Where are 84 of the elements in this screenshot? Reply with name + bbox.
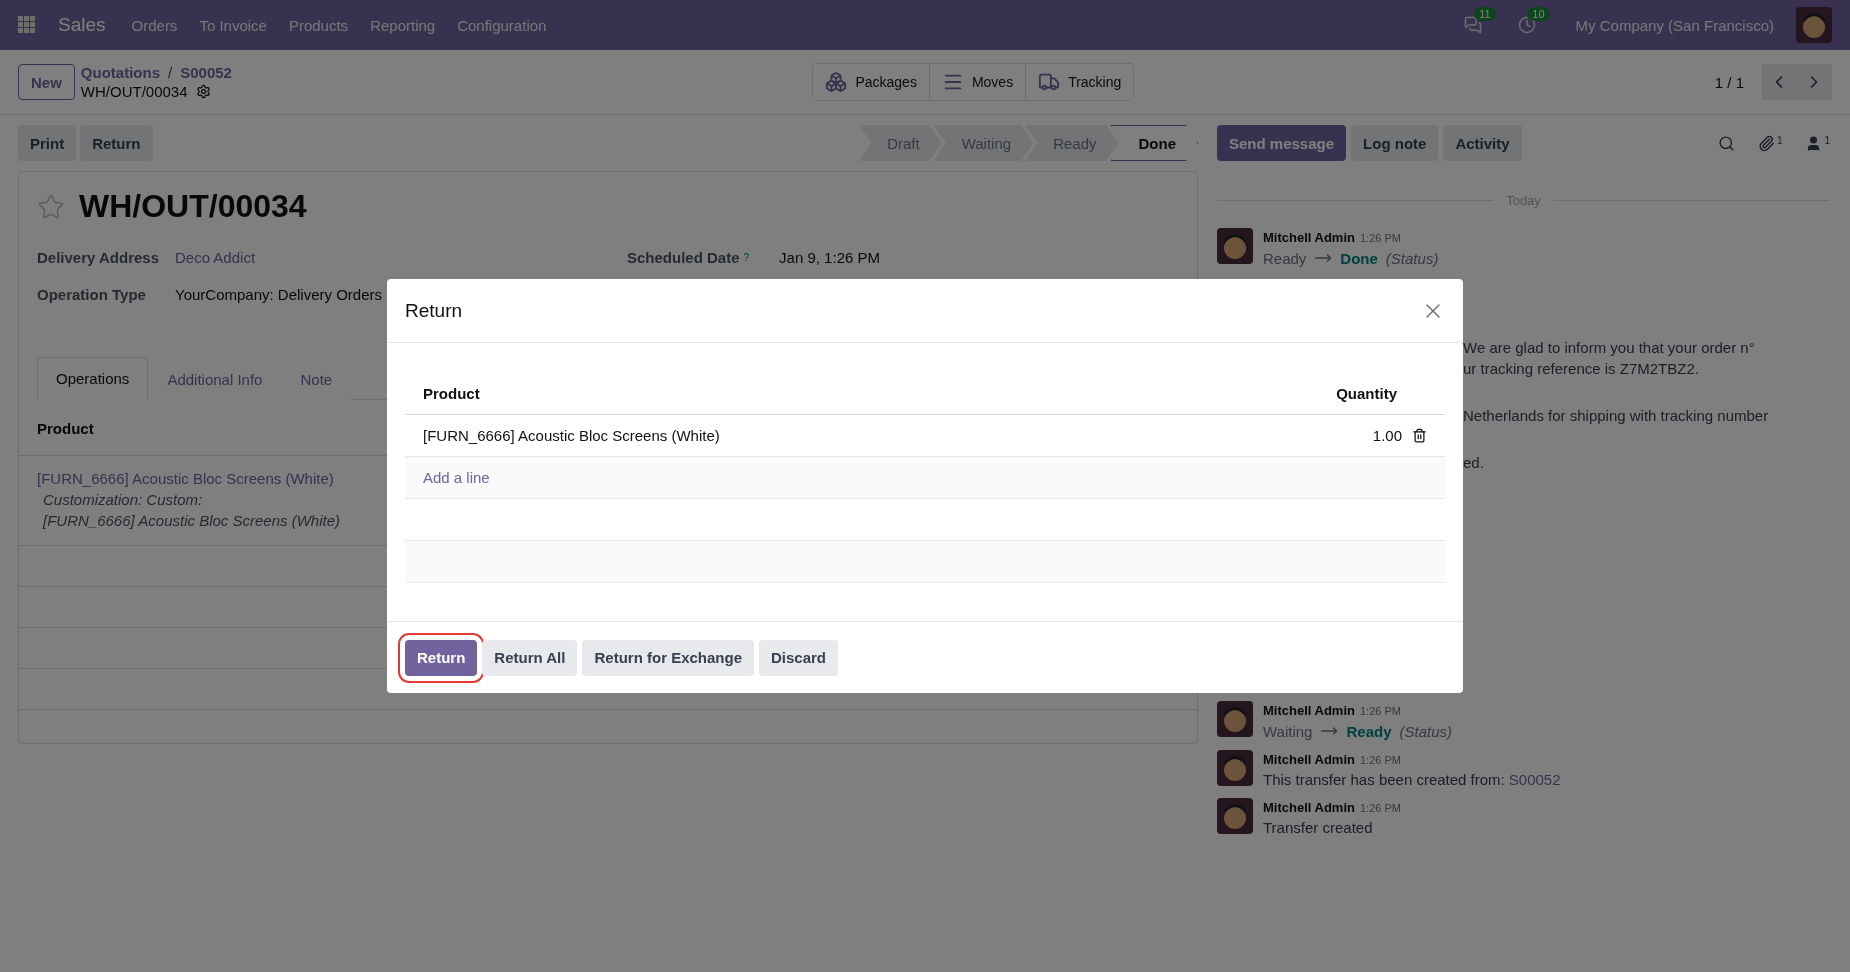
record-name: WH/OUT/00034	[80, 83, 188, 100]
apps-icon[interactable]	[18, 16, 36, 34]
message-text: Netherlands for shipping with tracking number	[1463, 407, 1770, 424]
product-link[interactable]: [FURN_6666] Acoustic Bloc Screens (White)	[37, 470, 334, 487]
message-text: Transfer created	[1263, 819, 1373, 836]
company-name[interactable]: My Company (San Francisco)	[1575, 16, 1774, 34]
trash-icon[interactable]	[1412, 428, 1427, 443]
clock-icon[interactable]	[1517, 16, 1536, 34]
boxes-icon	[825, 71, 848, 93]
gear-icon[interactable]	[195, 84, 211, 99]
menu-item[interactable]: Reporting	[370, 16, 436, 34]
action-button[interactable]: Print	[18, 125, 77, 161]
status-step[interactable]: Done	[1110, 125, 1198, 161]
author-name: Mitchell Admin	[1263, 230, 1355, 245]
table-cell: 1.00	[1372, 427, 1402, 444]
count-badge: 11	[1474, 7, 1496, 21]
breadcrumb-separator: /	[168, 64, 173, 81]
follower-count: 1	[1824, 134, 1830, 146]
new-value: Done	[1340, 249, 1378, 267]
chatter-button[interactable]: Log note	[1351, 125, 1439, 161]
author-name: Mitchell Admin	[1263, 752, 1355, 767]
smart-button[interactable]: Packages	[813, 64, 930, 100]
new-button[interactable]: New	[18, 64, 75, 100]
field-value: YourCompany: Delivery Orders	[175, 286, 383, 303]
old-value: Ready	[1263, 249, 1307, 267]
dialog-button[interactable]: Return for Exchange	[582, 639, 754, 676]
chatter-button[interactable]: Activity	[1443, 125, 1522, 161]
field-value: Jan 9, 1:26 PM	[779, 249, 880, 266]
form-tab[interactable]: Operations	[37, 357, 149, 400]
avatar	[1217, 750, 1253, 786]
old-value: Waiting	[1263, 722, 1313, 740]
record-title: WH/OUT/00034	[79, 188, 307, 225]
message-time: 1:26 PM	[1359, 754, 1401, 766]
column-header: Product	[423, 385, 481, 402]
add-line-link[interactable]: Add a line	[423, 469, 490, 486]
count-badge: 10	[1527, 7, 1550, 21]
avatar	[1217, 701, 1253, 737]
message-text: This transfer has been created from:	[1263, 771, 1505, 788]
star-icon[interactable]	[37, 192, 65, 221]
chat-icon[interactable]	[1463, 16, 1482, 34]
attachment-count: 1	[1776, 134, 1783, 146]
status-step[interactable]: Waiting	[933, 125, 1034, 161]
status-step[interactable]: Draft	[859, 125, 942, 161]
menu-item[interactable]: Products	[288, 16, 349, 34]
status-step[interactable]: Ready	[1025, 125, 1119, 161]
field-label: Delivery Address	[37, 249, 160, 266]
field-link[interactable]: Deco Addict	[175, 249, 256, 266]
message-time: 1:26 PM	[1359, 232, 1401, 244]
message-text: ur tracking reference is Z7M2TBZ2.	[1463, 360, 1700, 377]
message-text: We are glad to inform you that your order n°	[1463, 339, 1756, 356]
dialog-title: Return	[405, 299, 464, 322]
new-value: Ready	[1346, 722, 1392, 740]
column-header: Quantity	[1336, 385, 1397, 402]
app-name[interactable]: Sales	[58, 14, 106, 36]
product-note: [FURN_6666] Acoustic Bloc Screens (White)	[41, 512, 341, 529]
avatar	[1796, 7, 1832, 43]
paperclip-icon[interactable]	[1757, 134, 1775, 152]
breadcrumb-link[interactable]: Quotations	[80, 64, 160, 81]
chatter-button[interactable]: Send message	[1217, 125, 1347, 161]
record-link[interactable]: S00052	[1508, 771, 1561, 788]
message-time: 1:26 PM	[1359, 802, 1401, 814]
pager-value: 1 / 1	[1714, 73, 1744, 91]
author-name: Mitchell Admin	[1263, 800, 1355, 815]
field-label: Scheduled Date	[627, 249, 740, 266]
product-note: Customization: Custom:	[42, 491, 203, 508]
menu-item[interactable]: Orders	[131, 16, 178, 34]
field-label: Operation Type	[37, 286, 147, 303]
menu-item[interactable]: To Invoice	[199, 16, 267, 34]
menu-item[interactable]: Configuration	[457, 16, 547, 34]
avatar	[1217, 228, 1253, 264]
message-time: 1:26 PM	[1359, 705, 1401, 717]
truck-icon	[1038, 71, 1061, 93]
search-icon[interactable]	[1717, 134, 1735, 152]
field-name: (Status)	[1385, 249, 1439, 267]
avatar	[1217, 798, 1253, 834]
message-text: ed.	[1463, 454, 1485, 471]
dialog-button[interactable]: Discard	[759, 639, 839, 676]
breadcrumb-link[interactable]: S00052	[180, 64, 232, 81]
action-button[interactable]: Return	[80, 125, 153, 161]
field-name: (Status)	[1399, 722, 1452, 740]
author-name: Mitchell Admin	[1263, 703, 1355, 718]
dialog-button[interactable]: Return All	[482, 639, 578, 676]
table-cell-text: [FURN_6666] Acoustic Bloc Screens (White)	[423, 427, 721, 444]
help-mark[interactable]: ?	[743, 252, 750, 263]
